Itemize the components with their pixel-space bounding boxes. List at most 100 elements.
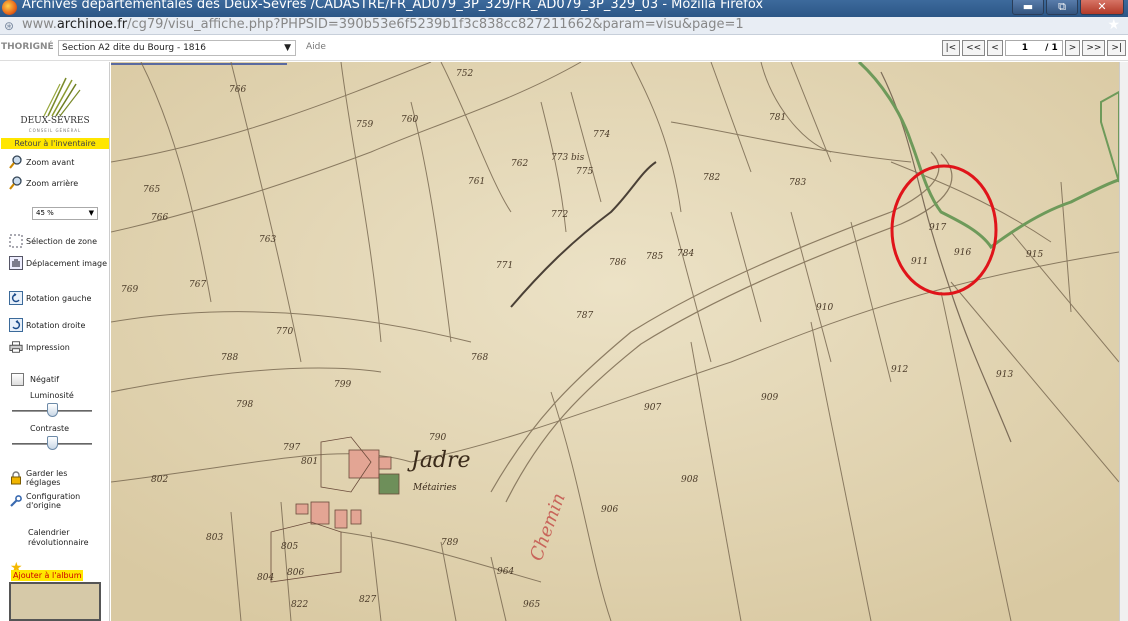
parcel-number: 916 (954, 248, 971, 258)
zoom-in-label: Zoom avant (26, 157, 75, 167)
rotate-left-label: Rotation gauche (26, 293, 92, 303)
parcel-number: 804 (257, 573, 274, 583)
parcel-number: 789 (441, 538, 458, 548)
parcel-number: 765 (143, 185, 160, 195)
rotate-right-button[interactable]: Rotation droite (9, 318, 85, 332)
parcel-number: 781 (769, 113, 786, 123)
page-input[interactable]: 1 / 1 (1004, 40, 1063, 56)
parcel-number: 906 (601, 505, 618, 515)
save-settings-label: Garder les réglages (26, 469, 68, 487)
zoom-level: 45 % (36, 209, 54, 217)
close-button[interactable]: ✕ (1080, 0, 1124, 15)
parcel-number: 797 (283, 443, 300, 453)
wrench-icon (10, 495, 22, 507)
parcel-number: 801 (301, 457, 318, 467)
minimize-button[interactable]: ▬ (1012, 0, 1044, 15)
slider-knob[interactable] (47, 403, 58, 417)
negative-checkbox[interactable] (11, 373, 24, 386)
next-fast-button[interactable]: >> (1082, 40, 1106, 56)
parcel-number: 763 (259, 235, 276, 245)
reset-settings-button[interactable]: Configuration d'origine (9, 492, 88, 510)
last-page-button[interactable]: >| (1107, 40, 1126, 56)
parcel-number: 822 (291, 600, 308, 610)
logo-text: DEUX-SÈVRES (20, 116, 90, 126)
parcel-number: 911 (911, 257, 928, 267)
pan-image-button[interactable]: Déplacement image (9, 256, 107, 270)
parcel-number: 910 (816, 303, 833, 313)
rotate-left-button[interactable]: Rotation gauche (9, 291, 91, 305)
parcel-number: 785 (646, 252, 663, 262)
parcel-number: 907 (644, 403, 661, 413)
parcel-number: 759 (356, 120, 373, 130)
pager: |< << < 1 / 1 > >> >| (941, 40, 1126, 56)
magnifier-icon (9, 176, 22, 190)
save-settings-button[interactable]: Garder les réglages (9, 469, 86, 487)
window-controls: ▬ ⧉ ✕ (1012, 0, 1124, 15)
brightness-slider[interactable] (12, 403, 92, 417)
chevron-down-icon: ▼ (284, 43, 291, 53)
parcel-number: 786 (609, 258, 626, 268)
viewer-toolbar: THORIGNÉ Section A2 dite du Bourg - 1816… (0, 35, 1128, 61)
parcel-number: 752 (456, 69, 473, 79)
rotate-right-icon (9, 318, 23, 332)
prev-fast-button[interactable]: << (962, 40, 986, 56)
current-page: 1 (1021, 43, 1029, 53)
parcel-number: 770 (276, 327, 293, 337)
parcel-number: 772 (551, 210, 568, 220)
parcel-number: 805 (281, 542, 298, 552)
back-to-inventory-link[interactable]: Retour à l'inventaire (1, 138, 109, 149)
parcel-number: 767 (189, 280, 206, 290)
prev-page-button[interactable]: < (987, 40, 1003, 56)
printer-icon (9, 341, 23, 353)
help-link[interactable]: Aide (306, 42, 326, 52)
parcel-number: 784 (677, 249, 694, 259)
bookmark-star-icon[interactable]: ★ (1107, 17, 1120, 33)
parcel-number: 775 (576, 167, 593, 177)
parcel-number: 760 (401, 115, 418, 125)
brightness-label: Luminosité (30, 391, 74, 400)
parcel-number: 782 (703, 173, 720, 183)
parcel-number: 783 (789, 178, 806, 188)
maximize-button[interactable]: ⧉ (1046, 0, 1078, 15)
parcel-number: 787 (576, 311, 593, 321)
rotate-left-icon (9, 291, 23, 305)
contrast-slider[interactable] (12, 436, 92, 450)
print-button[interactable]: Impression (9, 340, 70, 354)
map-thumbnail[interactable] (9, 582, 101, 621)
first-page-button[interactable]: |< (941, 40, 961, 56)
selection-icon (9, 234, 23, 248)
cadastral-map-viewer[interactable]: Chemin Jadre Métairies 752 766 759 760 7… (111, 62, 1119, 621)
zoom-out-label: Zoom arrière (26, 178, 79, 188)
zone-selection-label: Sélection de zone (26, 236, 98, 246)
firefox-icon (2, 0, 17, 15)
window-titlebar: Archives départementales des Deux-Sèvres… (0, 0, 1128, 17)
calendar-label: Calendrier révolutionnaire (28, 528, 89, 547)
cadastral-map[interactable]: Chemin Jadre Métairies 752 766 759 760 7… (111, 62, 1119, 621)
url-text[interactable]: www.archinoe.fr/cg79/visu_affiche.php?PH… (22, 17, 744, 32)
chevron-down-icon: ▼ (88, 209, 94, 217)
parcel-number: 769 (121, 285, 138, 295)
zone-selection-button[interactable]: Sélection de zone (9, 234, 97, 248)
parcel-number: 761 (468, 177, 485, 187)
parcel-number: 771 (496, 261, 513, 271)
address-bar[interactable]: ⊛ www.archinoe.fr/cg79/visu_affiche.php?… (0, 17, 1128, 35)
add-to-album-link[interactable]: Ajouter à l'album (11, 570, 84, 581)
parcel-number: 799 (334, 380, 351, 390)
zoom-select[interactable]: 45 % ▼ (32, 207, 98, 220)
vertical-scrollbar[interactable] (1119, 62, 1128, 621)
parcel-number: 773 bis (551, 153, 585, 163)
magnifier-icon (9, 155, 22, 169)
hand-icon (9, 256, 23, 270)
zoom-in-button[interactable]: Zoom avant (9, 155, 74, 169)
slider-knob[interactable] (47, 436, 58, 450)
parcel-number: 762 (511, 159, 528, 169)
parcel-number: 917 (929, 223, 946, 233)
zoom-out-button[interactable]: Zoom arrière (9, 176, 78, 190)
total-pages: / 1 (1045, 43, 1058, 53)
parcel-number: 768 (471, 353, 488, 363)
section-select[interactable]: Section A2 dite du Bourg - 1816 ▼ (58, 40, 296, 56)
parcel-number: 798 (236, 400, 253, 410)
parcel-number: 965 (523, 600, 540, 610)
next-page-button[interactable]: > (1064, 40, 1081, 56)
revolutionary-calendar-link[interactable]: Calendrier révolutionnaire (28, 528, 100, 548)
